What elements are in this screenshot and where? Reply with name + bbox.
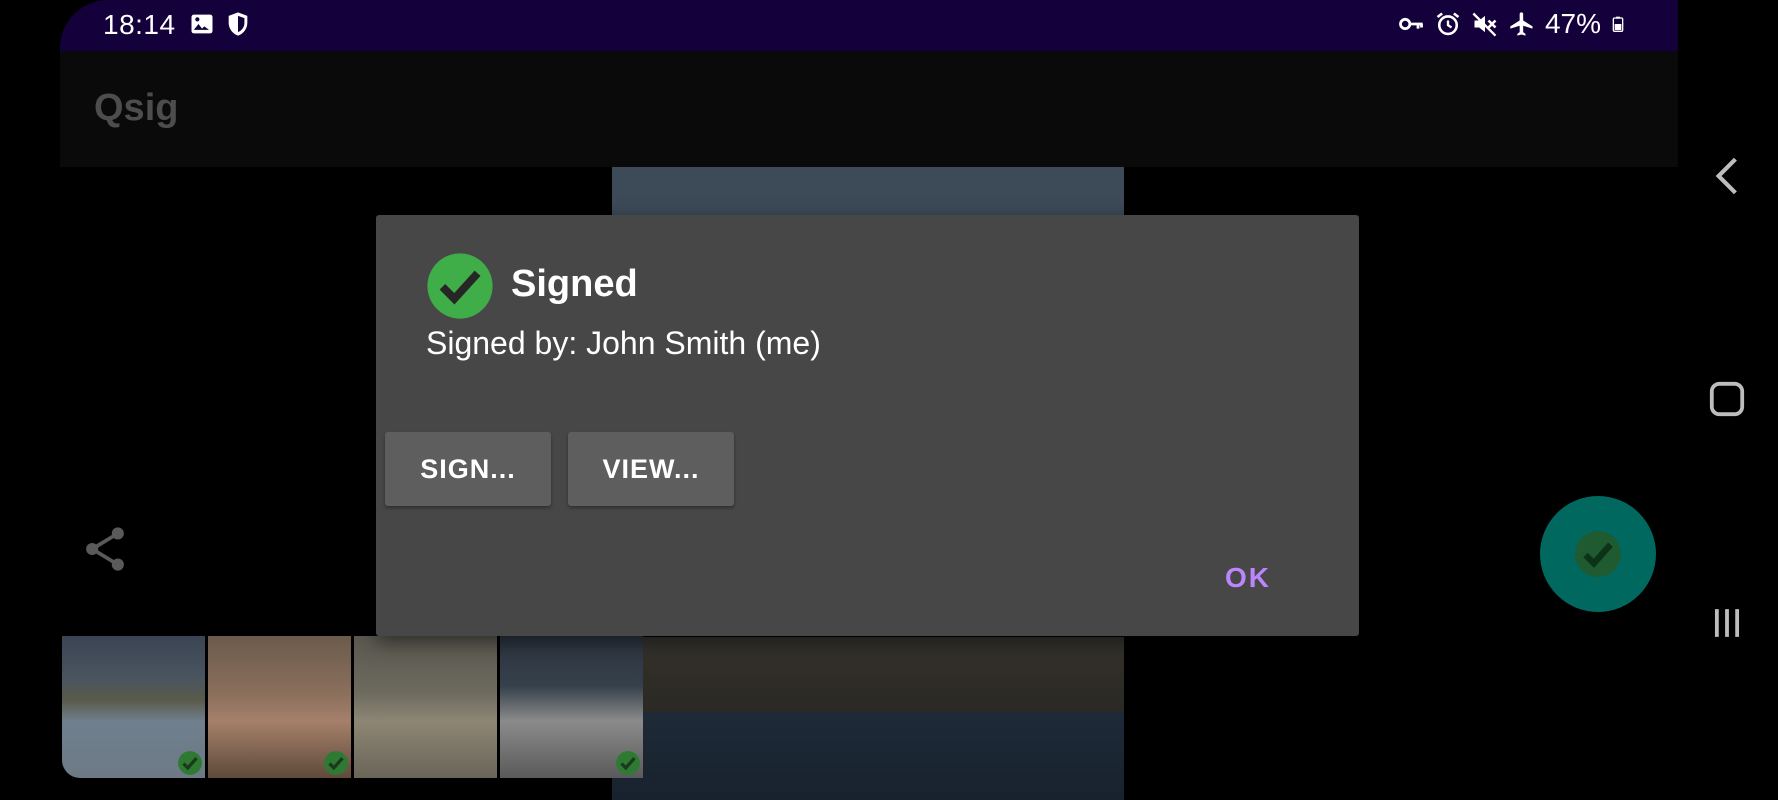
status-bar: 18:14 47% [60,0,1678,51]
battery-icon [1612,16,1624,32]
ok-button[interactable]: OK [1225,562,1271,594]
signature-dialog: Signed Signed by: John Smith (me) SIGN..… [376,215,1359,636]
signed-badge-icon [616,751,640,775]
verify-fab[interactable] [1540,496,1656,612]
signed-badge-icon [324,751,348,775]
dialog-title: Signed [511,263,638,305]
photo-water [612,712,1124,800]
nav-home-icon[interactable] [1708,380,1746,418]
vpn-key-icon [1399,17,1423,31]
gallery-icon [191,14,213,34]
alarm-icon [1436,12,1460,36]
photo-rocks [612,637,1124,712]
app-bar: Qsig [60,51,1678,167]
battery-percent: 47% [1544,8,1601,39]
check-circle-icon [1575,531,1621,577]
share-icon[interactable] [83,525,127,573]
thumbnail-woman[interactable] [354,636,497,778]
status-time: 18:14 [103,9,176,40]
thumbnail-car[interactable] [500,636,643,778]
sign-button[interactable]: SIGN... [385,432,551,506]
shield-icon [228,12,248,36]
thumbnail-strip [62,636,648,778]
check-circle-icon [427,253,493,319]
dialog-message: Signed by: John Smith (me) [426,325,821,361]
view-button[interactable]: VIEW... [568,432,734,506]
thumbnail-man-portrait[interactable] [208,636,351,778]
status-left-icons [188,10,252,38]
nav-back-icon[interactable] [1712,155,1742,197]
app-title: Qsig [94,87,179,129]
thumbnail-coastal-town[interactable] [62,636,205,778]
airplane-icon [1510,12,1533,36]
screen: 18:14 47% Qsig Signed Signed by: John Sm… [0,0,1778,800]
signed-badge-icon [178,751,202,775]
mute-icon [1472,12,1497,37]
photo-sky [612,167,1124,222]
status-right-icons: 47% [1397,8,1626,40]
nav-recents-icon[interactable] [1708,604,1746,642]
